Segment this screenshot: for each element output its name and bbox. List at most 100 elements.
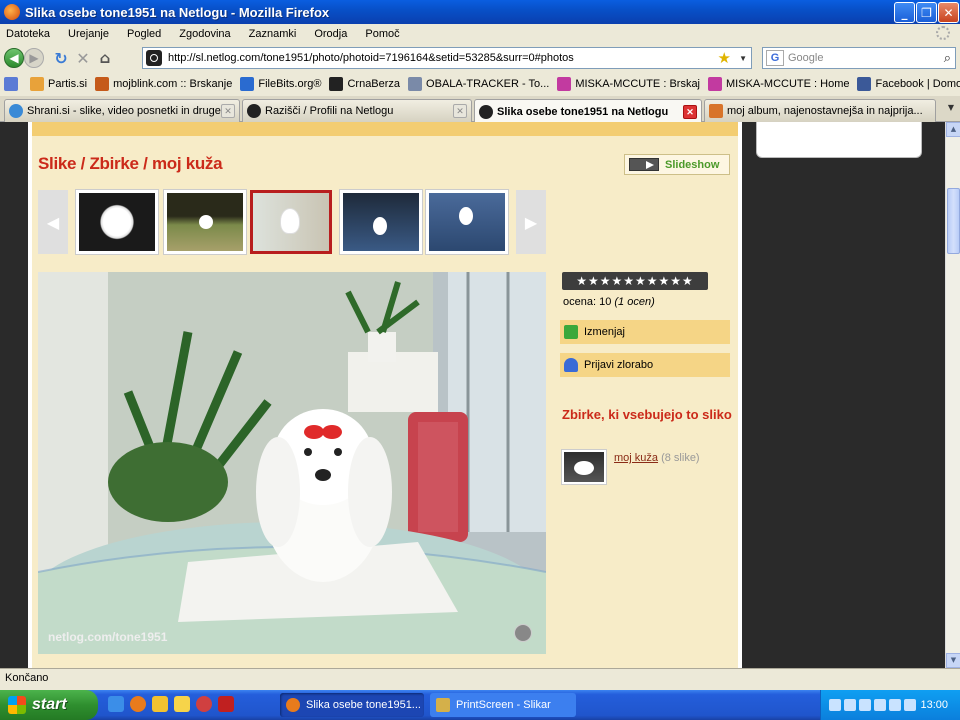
task-paint[interactable]: PrintScreen - Slikar: [430, 693, 576, 717]
collection-thumbnail[interactable]: [562, 450, 606, 484]
minimize-button[interactable]: _: [894, 2, 915, 23]
tray-icon[interactable]: [829, 699, 841, 711]
forward-button[interactable]: ▶: [24, 48, 44, 68]
vertical-scrollbar[interactable]: ▲ ▼: [945, 122, 960, 668]
bookmark-label: Partis.si: [48, 78, 88, 90]
tab-label: Razišči / Profili na Netlogu: [265, 105, 394, 117]
tray-icon[interactable]: [874, 699, 886, 711]
bookmark-label: Facebook | Domov: [875, 78, 960, 90]
bookmark-item[interactable]: FileBits.org®: [240, 77, 321, 91]
tab-slika-active[interactable]: Slika osebe tone1951 na Netlogu ✕: [474, 99, 702, 123]
google-engine-icon[interactable]: G: [766, 50, 784, 66]
tab-favicon-icon: [709, 104, 723, 118]
exchange-button[interactable]: Izmenjaj: [560, 320, 730, 344]
taskbar: start Slika osebe tone1951... PrintScree…: [0, 690, 960, 720]
messenger-icon[interactable]: [174, 696, 190, 712]
maximize-button[interactable]: ❐: [916, 2, 937, 23]
rating-text: ocena: 10 (1 ocen): [563, 296, 655, 308]
collection-item[interactable]: moj kuža (8 slike): [562, 450, 700, 484]
rating-stars[interactable]: ★★★★★★★★★★: [562, 272, 708, 290]
tab-close-icon[interactable]: ✕: [683, 104, 697, 119]
tab-shrani[interactable]: Shrani.si - slike, video posnetki in dru…: [4, 99, 240, 122]
bookmark-star-icon[interactable]: ★: [718, 49, 731, 67]
menu-history[interactable]: Zgodovina: [179, 28, 230, 40]
collection-link[interactable]: moj kuža: [614, 452, 658, 464]
slideshow-button[interactable]: Slideshow: [624, 154, 730, 175]
star-icon[interactable]: [152, 696, 168, 712]
menu-bookmarks[interactable]: Zaznamki: [249, 28, 297, 40]
bookmark-item[interactable]: mojblink.com :: Brskanje: [95, 77, 232, 91]
firefox-icon: [4, 4, 20, 20]
search-box[interactable]: G Google ⌕: [762, 47, 956, 69]
page-content: Slike / Zbirke / moj kuža Slideshow ◀ ▶: [28, 122, 742, 668]
main-photo[interactable]: netlog.com/tone1951: [38, 272, 546, 654]
start-label: start: [32, 696, 67, 713]
search-placeholder: Google: [788, 52, 824, 64]
rating-count: (1 ocen): [614, 296, 655, 308]
menu-edit[interactable]: Urejanje: [68, 28, 109, 40]
close-button[interactable]: ✕: [938, 2, 959, 23]
menu-help[interactable]: Pomoč: [365, 28, 399, 40]
thumbnail-selected[interactable]: [250, 190, 332, 254]
url-bar[interactable]: http://sl.netlog.com/tone1951/photo/phot…: [142, 47, 752, 69]
task-label: Slika osebe tone1951...: [306, 699, 421, 711]
slideshow-icon: [629, 158, 659, 171]
menu-view[interactable]: Pogled: [127, 28, 161, 40]
tray-icon[interactable]: [889, 699, 901, 711]
tab-label: Shrani.si - slike, video posnetki in dru…: [27, 105, 230, 117]
thumbnail[interactable]: [426, 190, 508, 254]
thumb-prev-button[interactable]: ◀: [38, 190, 68, 254]
sidebar-box: [756, 122, 922, 158]
firefox-icon[interactable]: [130, 696, 146, 712]
clock[interactable]: 13:00: [920, 699, 948, 711]
ie-icon[interactable]: [108, 696, 124, 712]
system-tray: 13:00: [820, 690, 960, 720]
task-firefox[interactable]: Slika osebe tone1951...: [280, 693, 424, 717]
tab-close-icon[interactable]: ✕: [221, 104, 235, 118]
close-x-icon[interactable]: [218, 696, 234, 712]
bookmark-item[interactable]: MISKA-MCCUTE : Home: [708, 77, 849, 91]
tray-icon[interactable]: [859, 699, 871, 711]
tab-close-icon[interactable]: ✕: [453, 104, 467, 118]
search-icon[interactable]: ⌕: [944, 50, 951, 66]
collection-count: (8 slike): [661, 452, 700, 464]
menu-file[interactable]: Datoteka: [6, 28, 50, 40]
tab-favicon-icon: [247, 104, 261, 118]
tab-moj-album[interactable]: moj album, najenostavnejša in najprija..…: [704, 99, 936, 122]
reload-icon[interactable]: ↻: [50, 47, 72, 69]
user-report-icon: [564, 358, 578, 372]
menu-tools[interactable]: Orodja: [314, 28, 347, 40]
bookmark-item[interactable]: MISKA-MCCUTE : Brskaj: [557, 77, 700, 91]
tab-label: Slika osebe tone1951 na Netlogu: [497, 105, 669, 118]
tab-list-arrow-icon[interactable]: ▼: [948, 103, 954, 112]
tray-icon[interactable]: [904, 699, 916, 711]
exchange-label: Izmenjaj: [584, 326, 625, 338]
back-button[interactable]: ◀: [4, 48, 24, 68]
thumbnail[interactable]: [340, 190, 422, 254]
bookmark-item[interactable]: [4, 77, 22, 91]
site-favicon-icon: [146, 50, 162, 66]
report-abuse-button[interactable]: Prijavi zlorabo: [560, 353, 730, 377]
scroll-down-icon[interactable]: ▼: [946, 653, 960, 668]
thumb-next-button[interactable]: ▶: [516, 190, 546, 254]
scrollbar-thumb[interactable]: [947, 188, 960, 254]
firefox-icon: [286, 698, 300, 712]
title-bar[interactable]: Slika osebe tone1951 na Netlogu - Mozill…: [0, 0, 960, 24]
tray-icon[interactable]: [844, 699, 856, 711]
bookmark-icon: [408, 77, 423, 91]
bookmark-label: OBALA-TRACKER - To...: [426, 78, 550, 90]
start-button[interactable]: start: [0, 690, 98, 720]
tab-razisci[interactable]: Razišči / Profili na Netlogu ✕: [242, 99, 472, 122]
scroll-up-icon[interactable]: ▲: [946, 122, 960, 137]
stop-icon[interactable]: ✕: [72, 47, 94, 69]
bookmark-item[interactable]: CrnaBerza: [329, 77, 400, 91]
thumbnail[interactable]: [76, 190, 158, 254]
bookmark-item[interactable]: OBALA-TRACKER - To...: [408, 77, 549, 91]
bookmark-item[interactable]: Facebook | Domov: [857, 77, 960, 91]
bookmark-item[interactable]: Partis.si: [30, 77, 87, 91]
thumbnail[interactable]: [164, 190, 246, 254]
app-icon[interactable]: [196, 696, 212, 712]
url-dropdown-icon[interactable]: ▼: [739, 54, 747, 63]
home-icon[interactable]: ⌂: [94, 47, 116, 69]
status-bar: Končano: [0, 668, 960, 688]
